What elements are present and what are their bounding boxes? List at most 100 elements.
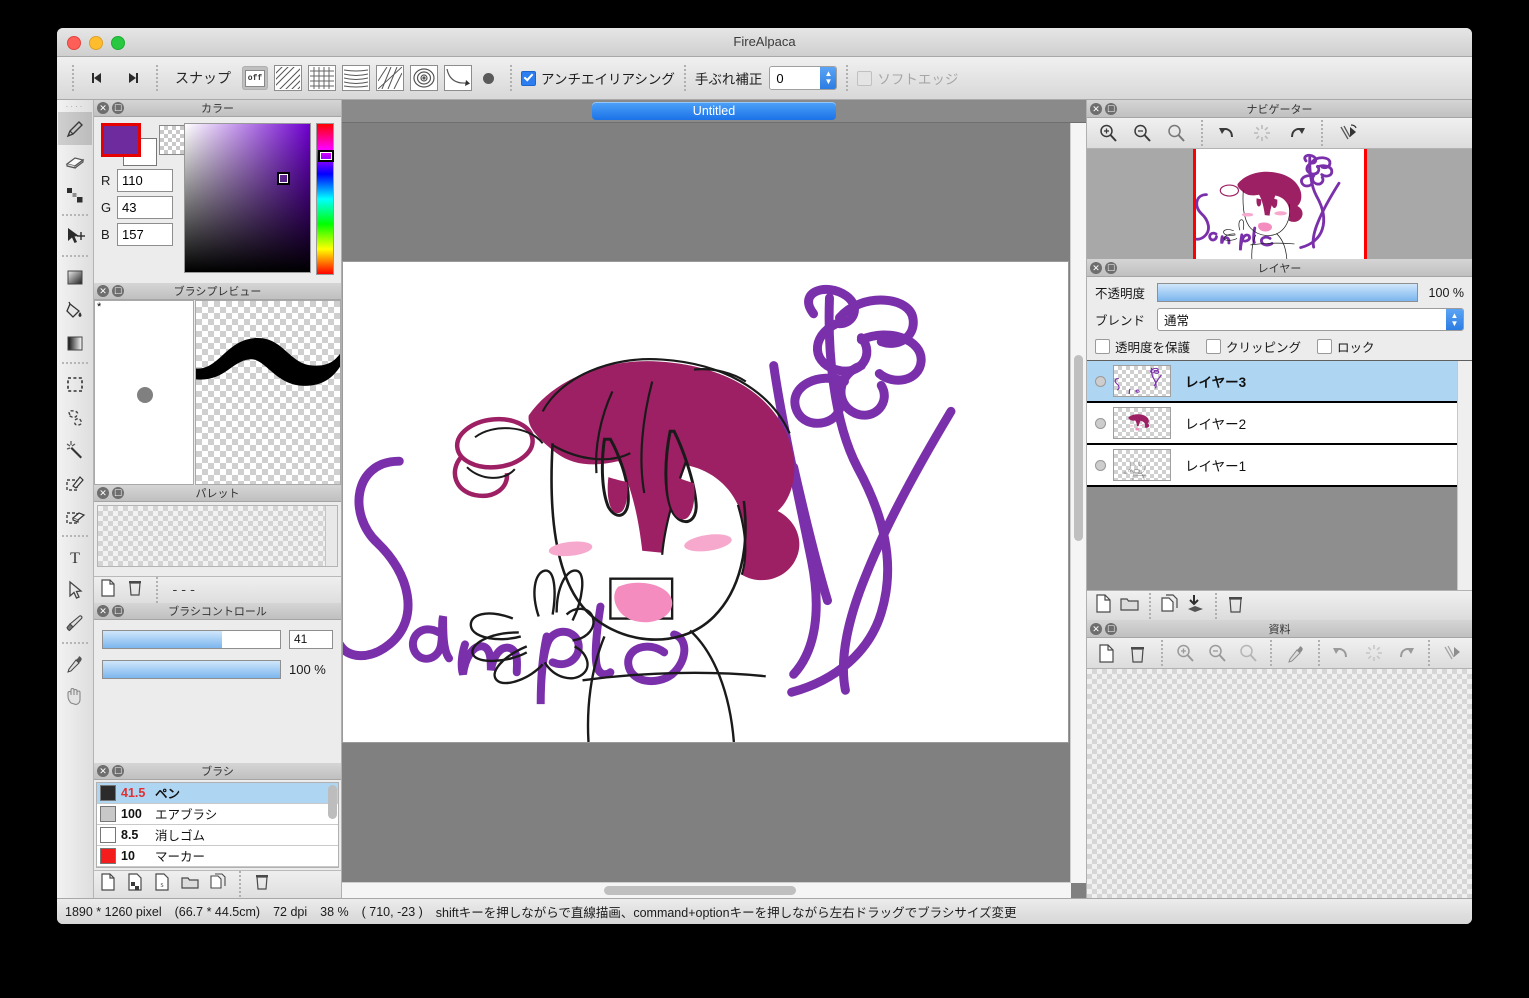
brush-list-item[interactable]: 10 マーカー [97,846,338,867]
new-layer-icon[interactable] [1095,593,1112,618]
horizontal-scroll-thumb[interactable] [604,886,796,895]
step-forward-icon[interactable] [115,65,147,91]
new-brush-icon[interactable] [100,873,116,896]
palette-grid[interactable] [97,505,338,568]
tab-untitled[interactable]: Untitled [592,102,836,120]
collapse-icon[interactable]: ☐ [112,605,124,618]
close-icon[interactable]: ✕ [1090,622,1102,635]
close-icon[interactable]: ✕ [97,605,109,618]
canvas-vertical-scrollbar[interactable] [1070,123,1086,883]
palette-scrollbar[interactable] [325,506,337,567]
protect-alpha-checkbox[interactable] [1095,339,1110,354]
trash-icon[interactable] [127,579,143,602]
merge-down-icon[interactable] [1186,594,1205,618]
close-icon[interactable]: ✕ [97,487,109,500]
materials-content[interactable] [1087,669,1472,898]
snap-radial-button[interactable] [410,65,438,91]
zoom-in-icon[interactable] [1093,121,1123,145]
object-tool[interactable] [58,573,92,606]
collapse-icon[interactable]: ☐ [1105,102,1117,115]
hue-slider[interactable] [316,123,335,276]
softedge-checkbox[interactable] [857,70,873,86]
lasso-tool[interactable] [58,400,92,433]
close-icon[interactable]: ✕ [97,102,109,115]
navigator-view-frame[interactable] [1192,149,1367,259]
snap-point-button[interactable] [475,66,501,90]
eyedropper-tool[interactable] [58,647,92,680]
collapse-icon[interactable]: ☐ [112,764,124,777]
brush-shape-preview[interactable]: * [94,300,194,486]
bucket-tool[interactable] [58,260,92,293]
delete-layer-icon[interactable] [1227,594,1244,618]
rotate-left-icon[interactable] [1329,641,1356,665]
layer-blend-select[interactable]: 通常 ▲ ▼ [1157,308,1464,331]
snap-curve-button[interactable] [444,65,472,91]
copy-brush-icon[interactable] [210,873,226,896]
stabilizer-input[interactable] [770,67,821,89]
flip-horizontal-icon[interactable] [1439,641,1466,665]
clipping-checkbox[interactable] [1206,339,1222,354]
brush-list-item[interactable]: 41.5 ペン [97,782,338,804]
brush-opacity-slider[interactable] [102,660,281,680]
eyedropper-icon[interactable] [1281,641,1308,665]
lock-checkbox[interactable] [1317,339,1333,354]
new-folder-icon[interactable] [1120,595,1139,617]
protect-alpha-option[interactable]: 透明度を保護 [1095,337,1190,356]
brush-list[interactable]: 41.5 ペン 100 エアブラシ 8.5 消しゴム 10 マーカー [96,781,339,868]
script-brush-icon[interactable]: s [154,873,170,896]
clipping-option[interactable]: クリッピング [1206,337,1301,356]
layer-opacity-slider[interactable] [1157,283,1418,302]
layer-visibility-toggle[interactable] [1087,417,1113,429]
stabilizer-stepper[interactable]: ▲▼ [769,66,838,90]
hue-cursor[interactable] [318,150,335,163]
layer-visibility-toggle[interactable] [1087,375,1113,387]
duplicate-layer-icon[interactable] [1161,593,1178,618]
close-icon[interactable]: ✕ [97,764,109,777]
blue-input[interactable] [117,223,173,247]
blur-tool[interactable] [58,178,92,211]
window-controls[interactable] [67,36,125,50]
folder-icon[interactable] [181,874,199,895]
antialias-checkbox[interactable] [521,70,536,86]
select-pen-tool[interactable] [58,466,92,499]
canvas-viewport[interactable] [342,123,1086,898]
close-icon[interactable]: ✕ [1090,102,1102,115]
zoom-reset-icon[interactable] [1161,121,1191,145]
collapse-icon[interactable]: ☐ [112,285,124,298]
color-swatches[interactable] [101,123,189,167]
rotate-reset-icon[interactable] [1247,121,1277,145]
zoom-out-icon[interactable] [1203,641,1230,665]
select-eraser-tool[interactable] [58,499,92,532]
saturation-value-picker[interactable] [183,123,312,274]
duplicate-brush-icon[interactable] [127,873,143,896]
close-button[interactable] [67,36,81,50]
layer-row[interactable]: レイヤー1 [1087,445,1472,487]
brush-size-slider[interactable] [102,630,281,650]
brush-list-item[interactable]: 8.5 消しゴム [97,825,338,846]
rotate-reset-icon[interactable] [1360,641,1387,665]
sv-cursor[interactable] [276,172,290,186]
snap-vanishing-button[interactable] [376,65,404,91]
collapse-icon[interactable]: ☐ [1105,622,1117,635]
snap-grid-button[interactable] [308,65,336,91]
green-input[interactable] [117,196,173,220]
rail-grip[interactable]: ···· [66,102,85,112]
eraser-tool[interactable] [58,145,92,178]
snap-perspective-button[interactable] [342,65,370,91]
layer-row[interactable]: レイヤー3 [1087,361,1472,403]
new-swatch-icon[interactable] [100,579,116,602]
maximize-button[interactable] [111,36,125,50]
brush-size-value[interactable]: 41 [289,630,333,650]
rotate-left-icon[interactable] [1213,121,1243,145]
layer-row[interactable]: レイヤー2 [1087,403,1472,445]
close-icon[interactable]: ✕ [1090,261,1102,274]
zoom-out-icon[interactable] [1127,121,1157,145]
foreground-color-swatch[interactable] [101,123,141,158]
navigator-preview[interactable] [1087,149,1472,260]
red-input[interactable] [117,169,173,193]
minimize-button[interactable] [89,36,103,50]
rotate-right-icon[interactable] [1391,641,1418,665]
hand-tool[interactable] [58,680,92,713]
trash-icon[interactable] [254,873,270,896]
brush-stroke-preview[interactable] [193,300,343,486]
